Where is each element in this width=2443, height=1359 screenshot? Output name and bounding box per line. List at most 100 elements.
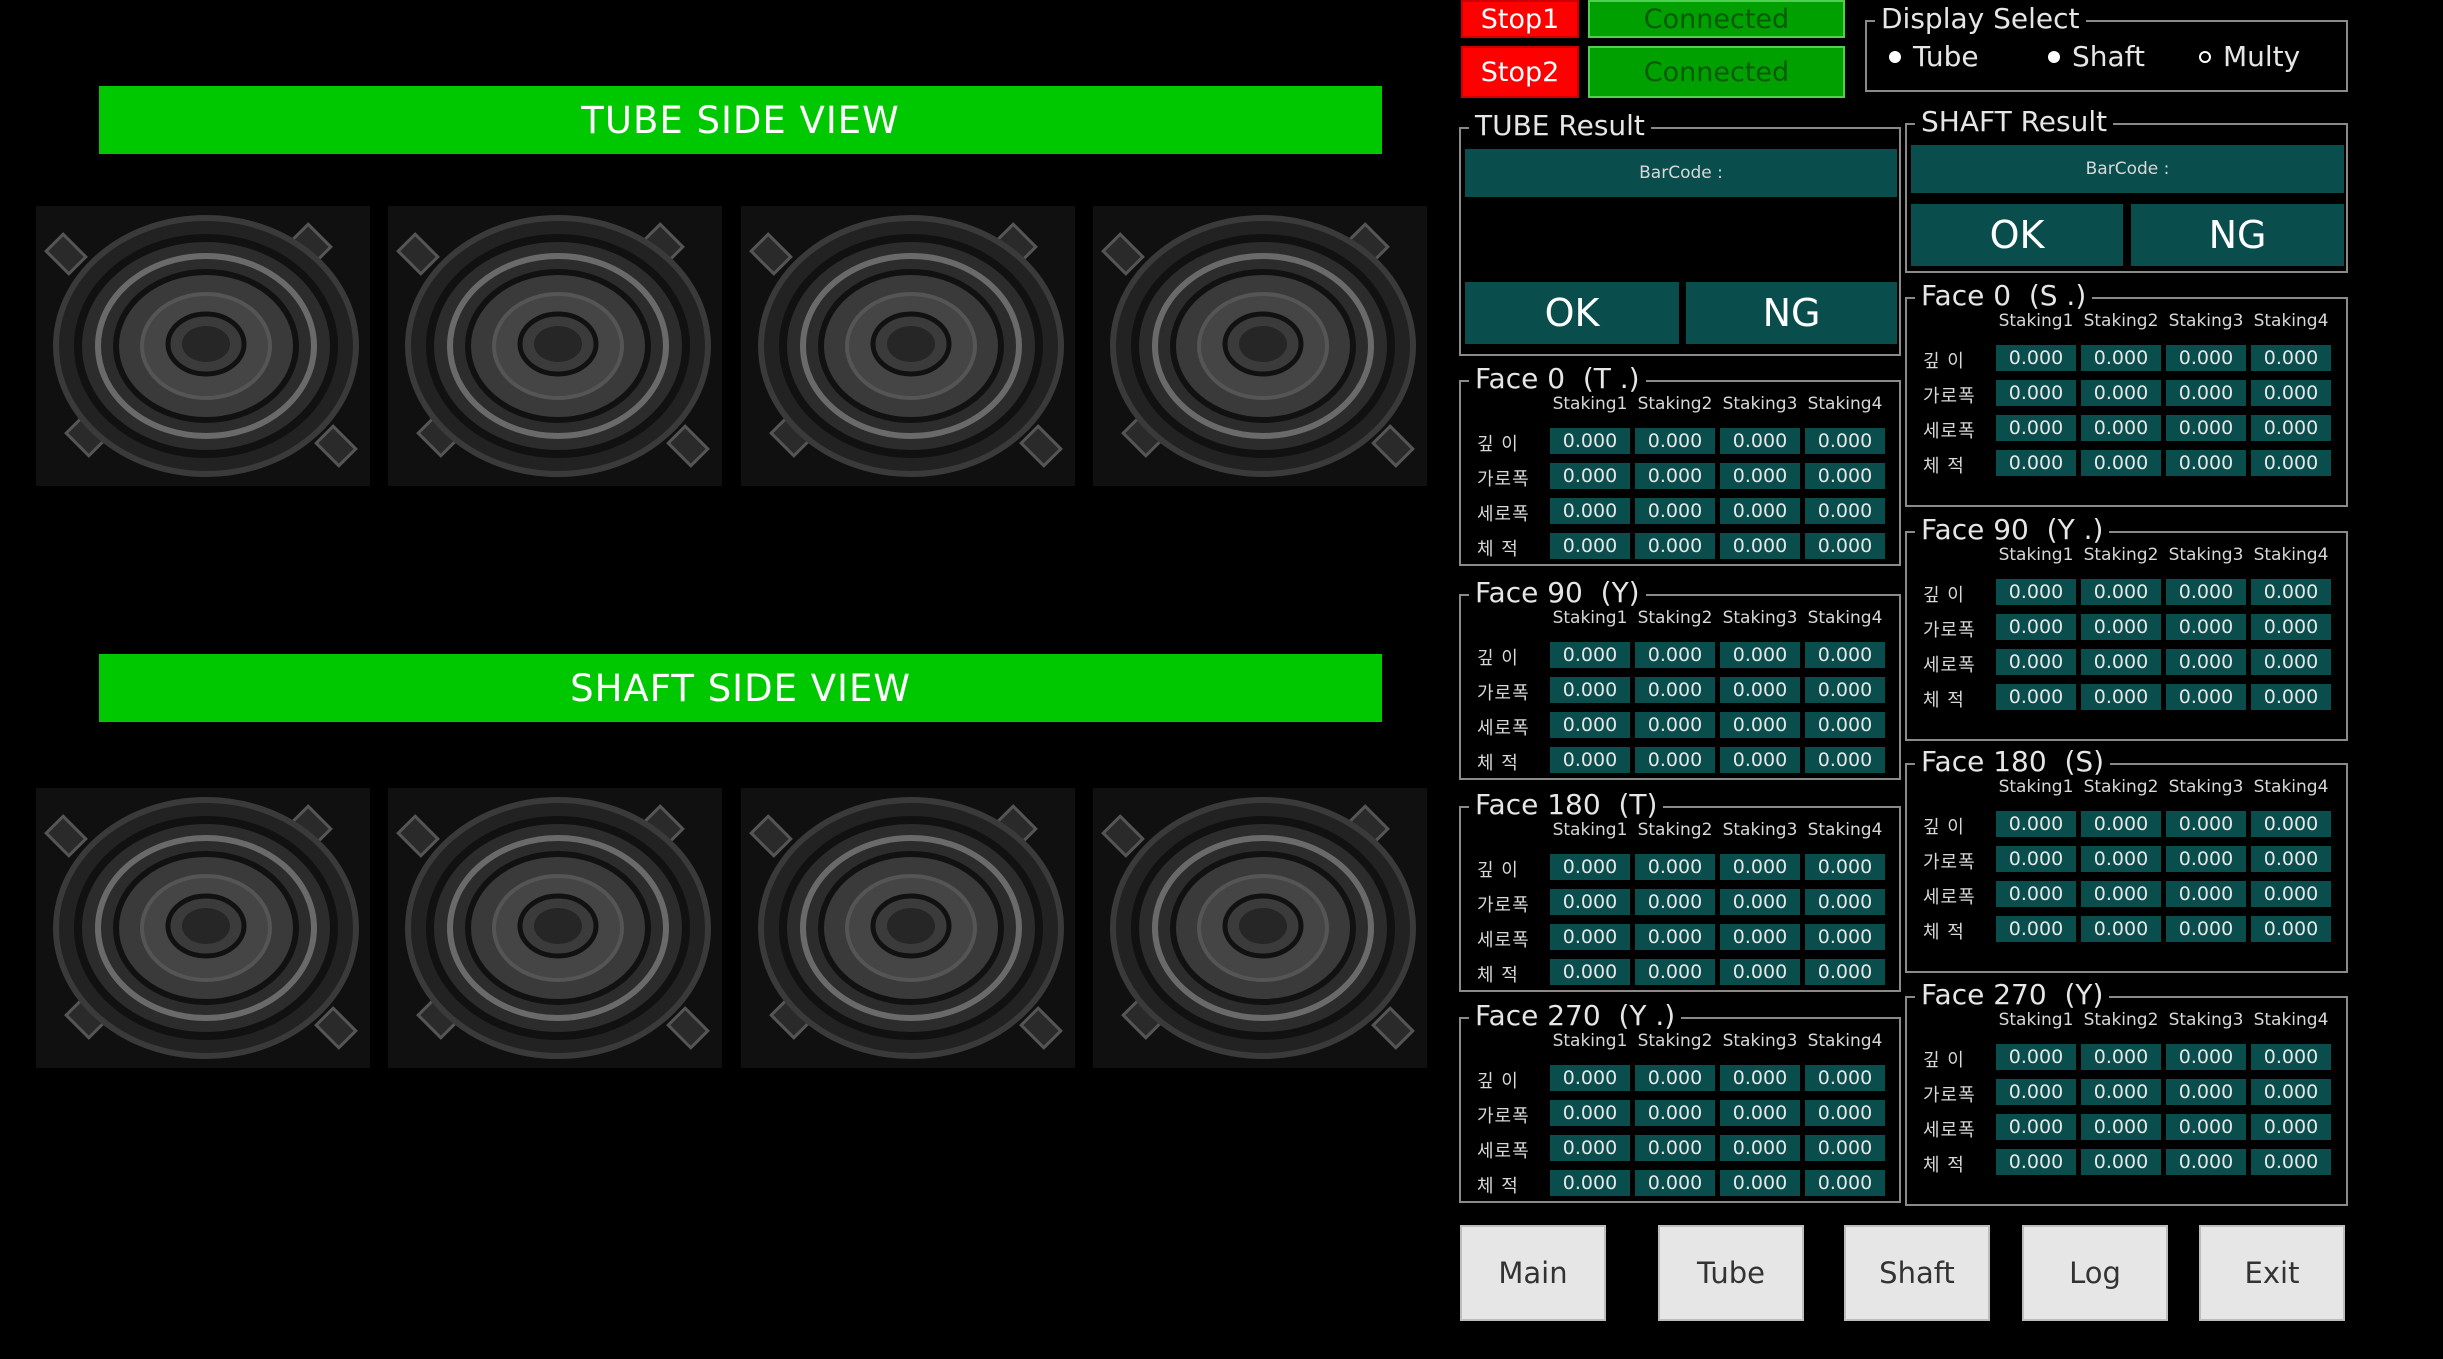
staking-column-header: Staking4 bbox=[2253, 545, 2329, 565]
shaft-face-group: Face 180 (S) Staking1 Staking2 Staking3 Stak… bbox=[1905, 745, 2348, 973]
main-button[interactable]: Main bbox=[1460, 1225, 1606, 1321]
measure-value-cell: 0.000 bbox=[1996, 846, 2076, 872]
tube-barcode-field: BarCode : bbox=[1465, 149, 1897, 197]
radio-selected-icon bbox=[1889, 50, 1901, 63]
measure-value-cell: 0.000 bbox=[2081, 450, 2161, 476]
shaft-camera-4[interactable] bbox=[1093, 788, 1427, 1068]
measure-value-cell: 0.000 bbox=[1720, 428, 1800, 454]
measure-value-cell: 0.000 bbox=[1996, 415, 2076, 441]
tube-face-group: Face 270 (Y .) Staking1 Staking2 Staking3 St… bbox=[1459, 999, 1901, 1203]
measure-value-cell: 0.000 bbox=[1805, 747, 1885, 773]
staking-column-header: Staking3 bbox=[2168, 777, 2244, 797]
measure-row-label: 세로폭 bbox=[1923, 887, 1976, 908]
measure-value-cell: 0.000 bbox=[1635, 1100, 1715, 1126]
measure-row-label: 가로폭 bbox=[1477, 683, 1530, 704]
measure-value-cell: 0.000 bbox=[1635, 428, 1715, 454]
radio-tube[interactable]: Tube bbox=[1889, 40, 1979, 73]
staking-column-header: Staking1 bbox=[1552, 394, 1628, 414]
tube-face-group: Face 0 (T .) Staking1 Staking2 Staking3 Stak… bbox=[1459, 362, 1901, 566]
measure-value-cell: 0.000 bbox=[1996, 380, 2076, 406]
measure-value-cell: 0.000 bbox=[2251, 614, 2331, 640]
measure-row-label: 체 적 bbox=[1923, 922, 1965, 943]
camera-image-icon bbox=[1093, 206, 1427, 486]
measure-value-cell: 0.000 bbox=[1720, 889, 1800, 915]
shaft-ok-indicator: OK bbox=[1911, 204, 2123, 266]
staking-column-header: Staking3 bbox=[1722, 394, 1798, 414]
measure-value-cell: 0.000 bbox=[2166, 415, 2246, 441]
measure-row-label: 체 적 bbox=[1477, 539, 1519, 560]
measure-value-cell: 0.000 bbox=[1550, 1170, 1630, 1196]
measure-row-label: 체 적 bbox=[1477, 1176, 1519, 1197]
staking-column-header: Staking2 bbox=[2083, 777, 2159, 797]
measure-value-cell: 0.000 bbox=[2251, 1079, 2331, 1105]
shaft-face-title: Face 270 (Y) bbox=[1915, 978, 2110, 1012]
staking-column-header: Staking4 bbox=[2253, 311, 2329, 331]
measure-value-cell: 0.000 bbox=[1635, 1135, 1715, 1161]
measure-value-cell: 0.000 bbox=[1996, 1079, 2076, 1105]
shaft-face-group: Face 270 (Y) Staking1 Staking2 Staking3 Stak… bbox=[1905, 978, 2348, 1206]
shaft-camera-3[interactable] bbox=[741, 788, 1075, 1068]
staking-column-header: Staking1 bbox=[1552, 1031, 1628, 1051]
shaft-camera-2[interactable] bbox=[388, 788, 722, 1068]
measure-value-cell: 0.000 bbox=[1635, 498, 1715, 524]
exit-button[interactable]: Exit bbox=[2199, 1225, 2345, 1321]
tube-button[interactable]: Tube bbox=[1658, 1225, 1804, 1321]
measure-value-cell: 0.000 bbox=[2166, 380, 2246, 406]
tube-camera-3[interactable] bbox=[741, 206, 1075, 486]
display-select-title: Display Select bbox=[1875, 2, 2086, 36]
measure-value-cell: 0.000 bbox=[1635, 854, 1715, 880]
tube-camera-4[interactable] bbox=[1093, 206, 1427, 486]
radio-multy[interactable]: Multy bbox=[2199, 40, 2300, 73]
staking-column-header: Staking2 bbox=[2083, 311, 2159, 331]
measure-value-cell: 0.000 bbox=[1720, 959, 1800, 985]
measure-row-label: 가로폭 bbox=[1923, 1085, 1976, 1106]
connected-indicator-2: Connected bbox=[1588, 46, 1845, 98]
staking-column-header: Staking3 bbox=[1722, 608, 1798, 628]
measure-value-cell: 0.000 bbox=[1550, 642, 1630, 668]
measure-value-cell: 0.000 bbox=[1805, 1100, 1885, 1126]
staking-column-header: Staking3 bbox=[1722, 820, 1798, 840]
measure-row-label: 체 적 bbox=[1923, 456, 1965, 477]
measure-row-label: 세로폭 bbox=[1923, 421, 1976, 442]
measure-value-cell: 0.000 bbox=[1720, 854, 1800, 880]
shaft-camera-1[interactable] bbox=[36, 788, 370, 1068]
measure-value-cell: 0.000 bbox=[2081, 684, 2161, 710]
radio-multy-label: Multy bbox=[2223, 40, 2301, 73]
measure-value-cell: 0.000 bbox=[1635, 1170, 1715, 1196]
tube-camera-1[interactable] bbox=[36, 206, 370, 486]
shaft-button[interactable]: Shaft bbox=[1844, 1225, 1990, 1321]
measure-value-cell: 0.000 bbox=[2081, 1149, 2161, 1175]
shaft-face-group: Face 0 (S .) Staking1 Staking2 Staking3 Stak… bbox=[1905, 279, 2348, 507]
measure-value-cell: 0.000 bbox=[1635, 712, 1715, 738]
log-button[interactable]: Log bbox=[2022, 1225, 2168, 1321]
measure-value-cell: 0.000 bbox=[1635, 924, 1715, 950]
measure-value-cell: 0.000 bbox=[1996, 450, 2076, 476]
staking-column-header: Staking2 bbox=[1637, 394, 1713, 414]
tube-face-title: Face 180 (T) bbox=[1469, 788, 1664, 822]
shaft-result-title: SHAFT Result bbox=[1915, 105, 2114, 139]
tube-result-title: TUBE Result bbox=[1469, 109, 1651, 143]
measure-value-cell: 0.000 bbox=[2251, 881, 2331, 907]
tube-face-group: Face 180 (T) Staking1 Staking2 Staking3 Stak… bbox=[1459, 788, 1901, 992]
measure-row-label: 깊 이 bbox=[1477, 648, 1519, 669]
measure-value-cell: 0.000 bbox=[2251, 415, 2331, 441]
staking-column-header: Staking1 bbox=[1552, 608, 1628, 628]
measure-value-cell: 0.000 bbox=[1805, 463, 1885, 489]
measure-value-cell: 0.000 bbox=[2251, 811, 2331, 837]
measure-value-cell: 0.000 bbox=[1550, 1100, 1630, 1126]
radio-shaft[interactable]: Shaft bbox=[2048, 40, 2145, 73]
measure-value-cell: 0.000 bbox=[1550, 533, 1630, 559]
shaft-result-group: SHAFT Result BarCode : OK NG bbox=[1905, 105, 2348, 273]
measure-value-cell: 0.000 bbox=[2251, 579, 2331, 605]
measure-value-cell: 0.000 bbox=[2081, 916, 2161, 942]
shaft-face-title: Face 90 (Y .) bbox=[1915, 513, 2110, 547]
measure-value-cell: 0.000 bbox=[2081, 415, 2161, 441]
measure-row-label: 세로폭 bbox=[1923, 655, 1976, 676]
measure-value-cell: 0.000 bbox=[1805, 712, 1885, 738]
measure-value-cell: 0.000 bbox=[1550, 889, 1630, 915]
tube-camera-row bbox=[36, 206, 1436, 488]
stop2-indicator: Stop2 bbox=[1461, 46, 1579, 98]
tube-camera-2[interactable] bbox=[388, 206, 722, 486]
measure-value-cell: 0.000 bbox=[2166, 614, 2246, 640]
tube-face-group: Face 90 (Y) Staking1 Staking2 Staking3 Staki… bbox=[1459, 576, 1901, 780]
